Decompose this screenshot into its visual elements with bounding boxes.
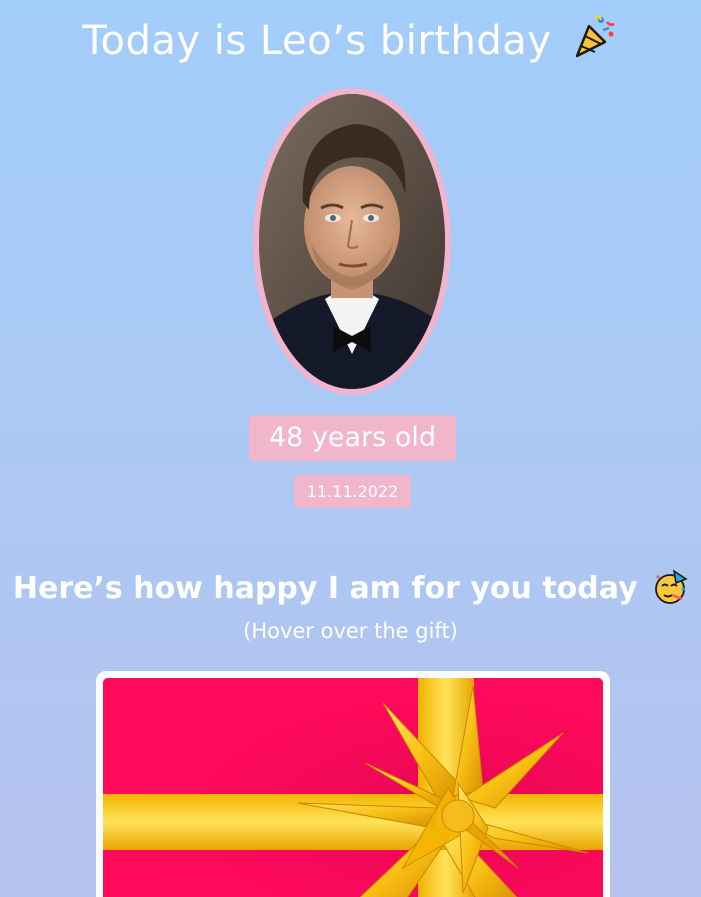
happy-message: Here’s how happy I am for you today bbox=[0, 569, 701, 613]
date-badge: 11.11.2022 bbox=[294, 475, 411, 508]
partying-face-icon bbox=[652, 569, 688, 613]
title-text: Today is Leo’s birthday bbox=[82, 18, 552, 64]
gift-illustration bbox=[103, 678, 603, 897]
portrait-frame bbox=[253, 88, 451, 395]
hover-hint: (Hover over the gift) bbox=[243, 619, 458, 643]
gift-box[interactable] bbox=[103, 678, 603, 897]
portrait-photo bbox=[259, 94, 445, 389]
gift-card[interactable] bbox=[96, 671, 610, 897]
page-title: Today is Leo’s birthday bbox=[0, 12, 701, 70]
happy-message-text: Here’s how happy I am for you today bbox=[12, 571, 638, 606]
party-popper-icon bbox=[571, 12, 619, 70]
age-badge: 48 years old bbox=[249, 415, 456, 461]
